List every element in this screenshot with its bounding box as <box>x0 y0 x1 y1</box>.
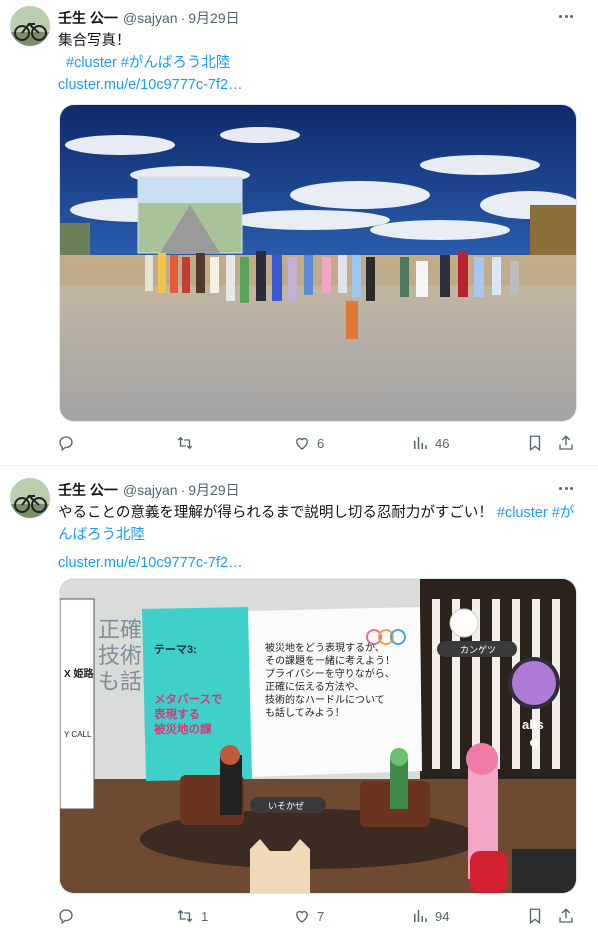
views-button[interactable]: 46 <box>411 433 449 453</box>
separator: · <box>180 10 186 26</box>
tweet-text: やることの意義を理解が得られるまで説明し切る忍耐力がすごい！ #cluster … <box>58 502 588 574</box>
bookmark-button[interactable] <box>527 906 543 926</box>
hashtag-links[interactable]: #cluster #がんばろう北陸 <box>58 52 243 74</box>
tweet-image-metaverse-event[interactable]: X 姫路 Y CALL 正確に技術的も話し テーマ3: メタバースで表現する被災… <box>59 578 577 894</box>
tweet-2[interactable]: 壬生 公一 @sajyan · 9月29日 やることの意義を理解が得られるまで説… <box>0 466 598 930</box>
like-count: 7 <box>317 908 325 924</box>
like-button[interactable]: 6 <box>293 433 324 453</box>
tweet-image-group-photo[interactable] <box>59 104 577 422</box>
tweet-text-line: やることの意義を理解が得られるまで説明し切る忍耐力がすごい！ <box>58 505 493 521</box>
tweet-text-line: 集合写真！ <box>58 33 131 49</box>
view-count: 46 <box>435 435 450 451</box>
views-button[interactable]: 94 <box>411 906 449 926</box>
reply-icon <box>59 436 73 452</box>
more-options-icon[interactable] <box>556 480 576 496</box>
tweet-url-link[interactable]: cluster.mu/e/10c9777c-7f2… <box>58 552 588 574</box>
bookmark-icon <box>529 908 541 925</box>
scene-tag-alis: alis <box>522 717 544 732</box>
retweet-button[interactable]: 1 <box>175 906 208 926</box>
separator: · <box>180 482 186 498</box>
scene-sign-left-2: Y CALL <box>64 730 92 739</box>
tweet-date[interactable]: 9月29日 <box>188 480 239 500</box>
scene-panel-title: テーマ3: <box>154 643 197 656</box>
view-count: 94 <box>435 908 450 924</box>
views-chart-icon <box>414 910 427 922</box>
bookmark-icon <box>529 435 541 452</box>
share-icon <box>559 435 573 450</box>
tweet-actions: 6 46 <box>57 433 577 453</box>
tweet-header: 壬生 公一 @sajyan · 9月29日 <box>58 8 240 28</box>
scene-tag-isokaze: いそかぜ <box>268 801 304 811</box>
author-handle[interactable]: @sajyan <box>123 10 178 26</box>
retweet-count: 1 <box>201 908 209 924</box>
author-name[interactable]: 壬生 公一 <box>58 480 118 500</box>
tweet-actions: 1 7 94 <box>57 906 577 926</box>
share-button[interactable] <box>557 906 575 926</box>
heart-icon <box>296 437 308 450</box>
avatar[interactable] <box>10 6 50 46</box>
author-name[interactable]: 壬生 公一 <box>58 8 118 28</box>
scene-tag-kangetsu: カンゲツ <box>460 644 496 655</box>
reply-button[interactable] <box>57 906 81 926</box>
author-handle[interactable]: @sajyan <box>123 482 178 498</box>
avatar[interactable] <box>10 478 50 518</box>
tweet-url-link[interactable]: cluster.mu/e/10c9777c-7f2… <box>58 74 243 96</box>
bookmark-button[interactable] <box>527 433 543 453</box>
share-button[interactable] <box>557 433 575 453</box>
hashtag-link-continued[interactable]: んばろう北陸 <box>58 524 588 546</box>
tweet-date[interactable]: 9月29日 <box>188 8 239 28</box>
retweet-button[interactable] <box>175 433 201 453</box>
like-button[interactable]: 7 <box>293 906 324 926</box>
reply-button[interactable] <box>57 433 81 453</box>
share-icon <box>559 908 573 923</box>
tweet-header: 壬生 公一 @sajyan · 9月29日 <box>58 480 240 500</box>
hashtag-links[interactable]: #cluster #が <box>497 505 574 521</box>
reply-icon <box>59 909 73 925</box>
scene-sign-left: X 姫路 <box>64 667 94 680</box>
event-scene-image: X 姫路 Y CALL 正確に技術的も話し テーマ3: メタバースで表現する被災… <box>60 579 576 893</box>
more-options-icon[interactable] <box>556 8 576 24</box>
views-chart-icon <box>414 437 427 449</box>
group-photo-image <box>60 105 576 421</box>
tweet-1[interactable]: 壬生 公一 @sajyan · 9月29日 集合写真！ #cluster #がん… <box>0 0 598 465</box>
retweet-icon <box>177 909 193 923</box>
heart-icon <box>296 910 308 923</box>
like-count: 6 <box>317 435 325 451</box>
tweet-text: 集合写真！ #cluster #がんばろう北陸 cluster.mu/e/10c… <box>58 30 243 96</box>
retweet-icon <box>177 436 193 450</box>
